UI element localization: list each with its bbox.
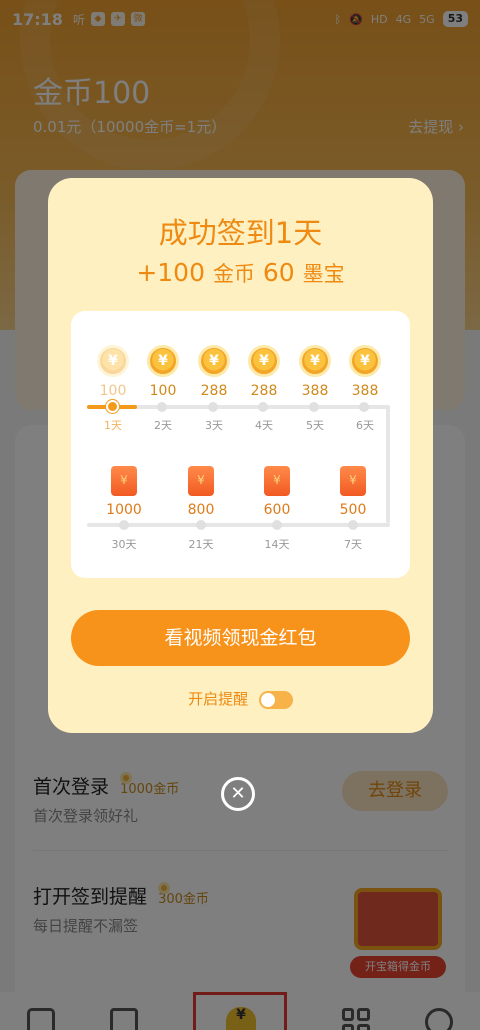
day-label: 3天 (205, 419, 223, 432)
progress-track (87, 523, 390, 527)
signin-success-modal: 成功签到1天 +100 金币 60 墨宝 ¥ ¥ ¥ ¥ ¥ ¥ 100 100… (48, 178, 433, 733)
red-envelope-icon: ¥ (264, 466, 290, 496)
progress-dot (272, 520, 282, 530)
day-label: 5天 (306, 419, 324, 432)
day-reward-amount: 288 (200, 383, 228, 399)
day-label: 2天 (154, 419, 172, 432)
milestone-reward-amount: 1000 (106, 502, 142, 518)
coin-icon: ¥ (299, 345, 331, 377)
day-label: 1天 (104, 419, 122, 432)
day-label: 30天 (111, 538, 137, 551)
reminder-toggle[interactable] (258, 690, 293, 709)
progress-dot-current (106, 400, 119, 413)
day-reward-amount: 288 (250, 383, 278, 399)
coin-icon: ¥ (349, 345, 381, 377)
progress-dot (208, 402, 218, 412)
progress-dot (119, 520, 129, 530)
coin-icon: ¥ (248, 345, 280, 377)
reminder-label: 开启提醒 (188, 690, 249, 708)
signin-calendar-panel: ¥ ¥ ¥ ¥ ¥ ¥ 100 100 288 288 388 388 1天 2… (71, 311, 410, 578)
progress-dot (258, 402, 268, 412)
modal-reward: +100 金币 60 墨宝 (136, 258, 345, 287)
red-envelope-icon: ¥ (340, 466, 366, 496)
day-reward-amount: 100 (99, 383, 127, 399)
close-icon[interactable]: ✕ (221, 777, 255, 811)
red-envelope-icon: ¥ (111, 466, 137, 496)
coin-icon: ¥ (97, 345, 129, 377)
day-label: 14天 (264, 538, 290, 551)
coin-icon: ¥ (147, 345, 179, 377)
progress-dot (196, 520, 206, 530)
reminder-toggle-row: 开启提醒 (48, 688, 433, 709)
progress-dot (157, 402, 167, 412)
progress-dot (309, 402, 319, 412)
coin-icon: ¥ (198, 345, 230, 377)
app-page: 17:18 听 ◆ ✈ 微 ᛒ 🔕 HD 4G 5G 53 金币100 0.01… (0, 0, 480, 1030)
watch-video-button[interactable]: 看视频领现金红包 (71, 610, 410, 666)
day-reward-amount: 100 (149, 383, 177, 399)
day-label: 21天 (188, 538, 214, 551)
day-label: 4天 (255, 419, 273, 432)
milestone-reward-amount: 600 (263, 502, 291, 518)
modal-title: 成功签到1天 (158, 216, 323, 250)
progress-dot (359, 402, 369, 412)
milestone-reward-amount: 500 (339, 502, 367, 518)
milestone-reward-amount: 800 (187, 502, 215, 518)
red-envelope-icon: ¥ (188, 466, 214, 496)
day-reward-amount: 388 (351, 383, 379, 399)
day-label: 7天 (344, 538, 362, 551)
day-label: 6天 (356, 419, 374, 432)
toggle-knob (260, 692, 275, 707)
progress-dot (348, 520, 358, 530)
day-reward-amount: 388 (301, 383, 329, 399)
